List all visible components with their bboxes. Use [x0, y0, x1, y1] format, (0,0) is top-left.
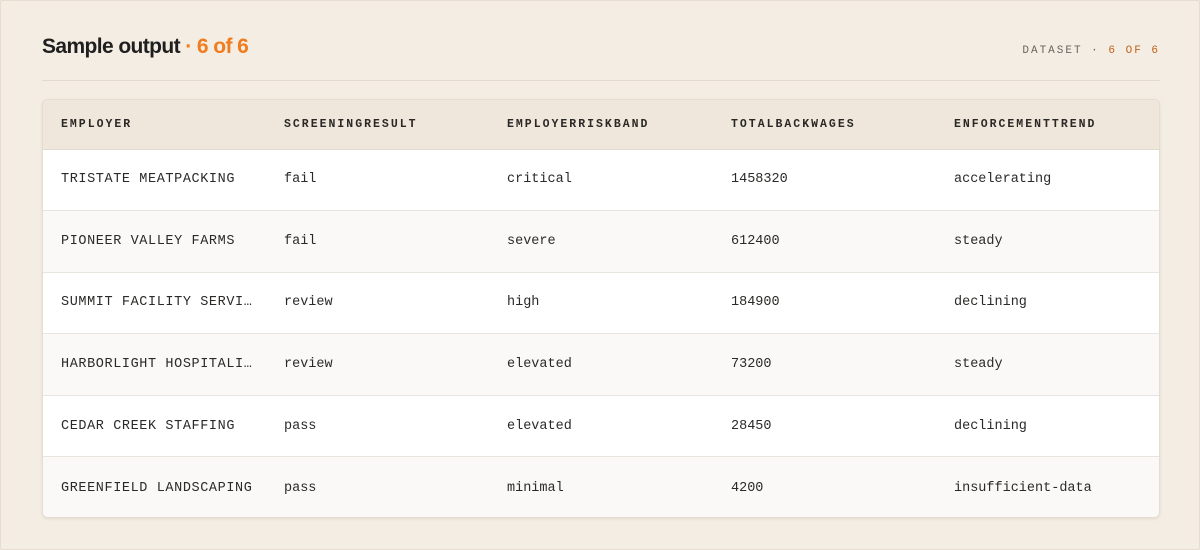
- table-row[interactable]: CEDAR CREEK STAFFING pass elevated 28450…: [43, 394, 1159, 457]
- page-frame: Sample output · 6 of 6 DATASET · 6 OF 6 …: [0, 0, 1200, 550]
- table-row[interactable]: GREENFIELD LANDSCAPING pass minimal 4200…: [43, 456, 1159, 517]
- cell-screeningresult: fail: [284, 172, 317, 188]
- cell-screeningresult: pass: [266, 394, 489, 457]
- cell-employer: CEDAR CREEK STAFFING: [43, 394, 266, 457]
- results-table-card: EMPLOYER SCREENINGRESULT EMPLOYERRISKBAN…: [42, 99, 1160, 518]
- column-header-employerriskband[interactable]: EMPLOYERRISKBAND: [489, 100, 713, 150]
- cell-employerriskband: severe: [489, 210, 713, 273]
- column-header-totalbackwages[interactable]: TOTALBACKWAGES: [713, 100, 936, 150]
- title-count: 6 of 6: [196, 35, 249, 58]
- cell-screeningresult: pass: [266, 456, 489, 517]
- title-text: Sample output: [42, 35, 181, 58]
- table-row[interactable]: TRISTATE MEATPACKING fail critical 14583…: [43, 149, 1159, 211]
- column-header-employer[interactable]: EMPLOYER: [43, 100, 266, 150]
- cell-employer: GREENFIELD LANDSCAPING: [43, 456, 266, 517]
- cell-totalbackwages: 4200: [713, 456, 936, 517]
- cell-employer: SUMMIT FACILITY SERVIC…: [43, 271, 266, 334]
- cell-totalbackwages: 1458320: [731, 172, 788, 188]
- cell-screeningresult: fail: [266, 210, 489, 273]
- cell-enforcementtrend: insufficient-data: [936, 456, 1159, 517]
- page-header: Sample output · 6 of 6 DATASET · 6 OF 6: [42, 31, 1160, 81]
- cell-enforcementtrend: accelerating: [954, 172, 1052, 188]
- results-table: EMPLOYER SCREENINGRESULT EMPLOYERRISKBAN…: [43, 100, 1159, 517]
- cell-screeningresult: review: [266, 333, 489, 396]
- table-row[interactable]: PIONEER VALLEY FARMS fail severe 612400 …: [43, 210, 1159, 273]
- cell-employerriskband: elevated: [489, 333, 713, 396]
- cell-employer: PIONEER VALLEY FARMS: [43, 210, 266, 273]
- cell-employer: TRISTATE MEATPACKING: [61, 172, 236, 188]
- cell-screeningresult: review: [266, 271, 489, 334]
- cell-employer: HARBORLIGHT HOSPITALITY: [43, 333, 266, 396]
- cell-totalbackwages: 73200: [713, 333, 936, 396]
- cell-totalbackwages: 612400: [713, 210, 936, 273]
- dataset-count: 6 OF 6: [1108, 45, 1160, 57]
- cell-employerriskband: minimal: [489, 456, 713, 517]
- table-header-row: EMPLOYER SCREENINGRESULT EMPLOYERRISKBAN…: [43, 100, 1159, 150]
- cell-totalbackwages: 28450: [713, 394, 936, 457]
- column-header-screeningresult[interactable]: SCREENINGRESULT: [266, 100, 489, 150]
- cell-enforcementtrend: steady: [936, 333, 1159, 396]
- cell-enforcementtrend: declining: [936, 394, 1159, 457]
- page-title: Sample output · 6 of 6: [42, 35, 249, 59]
- table-row[interactable]: SUMMIT FACILITY SERVIC… review high 1849…: [43, 271, 1159, 334]
- cell-enforcementtrend: steady: [936, 210, 1159, 273]
- title-separator: ·: [180, 35, 197, 58]
- cell-totalbackwages: 184900: [713, 271, 936, 334]
- cell-employerriskband: high: [489, 271, 713, 334]
- table-row[interactable]: HARBORLIGHT HOSPITALITY review elevated …: [43, 333, 1159, 396]
- column-header-enforcementtrend[interactable]: ENFORCEMENTTREND: [936, 100, 1159, 150]
- dataset-prefix: DATASET ·: [1022, 45, 1109, 57]
- cell-employerriskband: elevated: [489, 394, 713, 457]
- dataset-label: DATASET · 6 OF 6: [1022, 45, 1160, 57]
- cell-enforcementtrend: declining: [936, 271, 1159, 334]
- cell-employerriskband: critical: [507, 172, 572, 188]
